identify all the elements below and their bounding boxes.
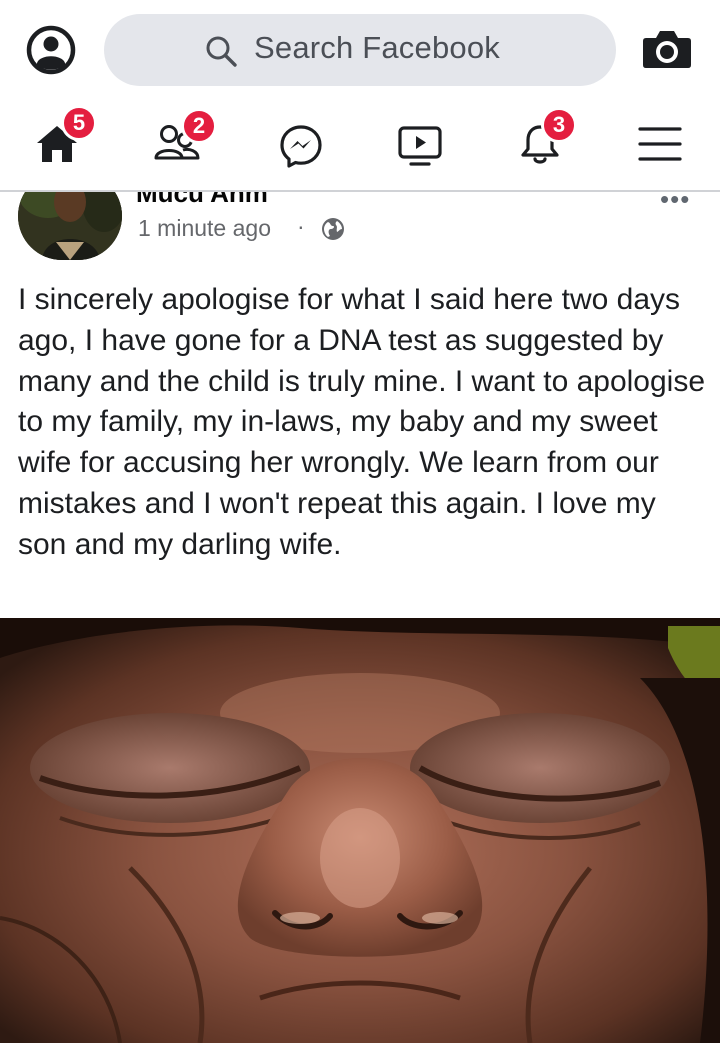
post-body-text: I sincerely apologise for what I said he… xyxy=(18,283,706,561)
tab-menu[interactable] xyxy=(615,100,705,190)
friends-badge: 2 xyxy=(181,108,217,144)
post-header: Mucu Anm ••• 1 minute ago · xyxy=(0,192,720,272)
tab-friends[interactable]: 2 xyxy=(133,100,223,190)
video-play-icon xyxy=(397,124,443,173)
post-photo[interactable] xyxy=(0,618,720,1043)
home-badge: 5 xyxy=(61,105,97,141)
tab-watch[interactable] xyxy=(375,100,465,190)
camera-icon[interactable] xyxy=(640,24,694,74)
search-placeholder: Search Facebook xyxy=(254,30,500,65)
hamburger-menu-icon xyxy=(638,124,682,169)
user-circle-icon[interactable] xyxy=(26,25,76,75)
top-bar: Search Facebook xyxy=(0,0,720,100)
meta-separator: · xyxy=(297,213,305,239)
search-bar[interactable]: Search Facebook xyxy=(104,14,616,86)
author-name[interactable]: Mucu Anm xyxy=(136,192,268,209)
globe-icon xyxy=(320,216,346,242)
post-timestamp[interactable]: 1 minute ago xyxy=(138,215,271,242)
tab-messenger[interactable] xyxy=(255,100,345,190)
more-options-icon[interactable]: ••• xyxy=(660,192,690,215)
tab-home[interactable]: 5 xyxy=(17,100,107,190)
notifications-badge: 3 xyxy=(541,107,577,143)
messenger-icon xyxy=(278,123,324,174)
tab-notifications[interactable]: 3 xyxy=(497,100,587,190)
tab-bar: 5 2 3 xyxy=(0,100,720,192)
search-icon xyxy=(204,34,238,68)
author-avatar[interactable] xyxy=(18,192,122,260)
